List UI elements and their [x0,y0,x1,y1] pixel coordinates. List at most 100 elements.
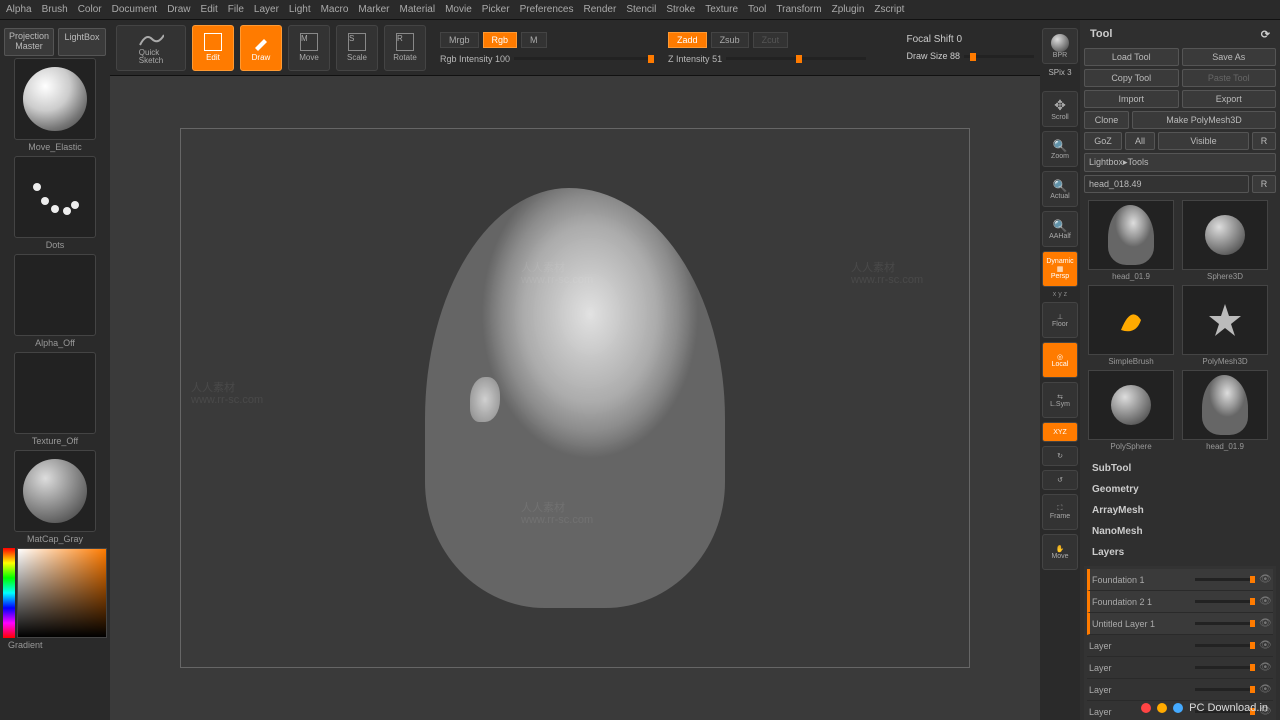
alpha-thumb[interactable] [14,254,96,336]
save-as-button[interactable]: Save As [1182,48,1277,66]
xyz-button[interactable]: XYZ [1042,422,1078,442]
tool-r-button[interactable]: R [1252,175,1276,193]
menu-color[interactable]: Color [78,4,102,15]
menu-render[interactable]: Render [584,4,617,15]
material-thumb[interactable] [14,450,96,532]
undo-button[interactable]: ↺ [1042,470,1078,490]
z-intensity-slider[interactable] [726,57,866,60]
menu-draw[interactable]: Draw [167,4,190,15]
lsym-button[interactable]: ⇆L.Sym [1042,382,1078,418]
export-button[interactable]: Export [1182,90,1277,108]
tool-item[interactable]: SimpleBrush [1086,285,1176,366]
texture-thumb[interactable] [14,352,96,434]
menu-tool[interactable]: Tool [748,4,766,15]
redo-button[interactable]: ↻ [1042,446,1078,466]
layer-row[interactable]: Foundation 1👁 [1087,569,1273,591]
scale-button[interactable]: SScale [336,25,378,71]
brush-thumb[interactable] [14,58,96,140]
section-arraymesh[interactable]: ArrayMesh [1084,500,1276,521]
actual-button[interactable]: 🔍Actual [1042,171,1078,207]
menu-marker[interactable]: Marker [358,4,389,15]
layer-row[interactable]: Foundation 2 1👁 [1087,591,1273,613]
zsub-chip[interactable]: Zsub [711,32,749,48]
import-button[interactable]: Import [1084,90,1179,108]
ear-shape [470,377,500,422]
persp-button[interactable]: Dynamic▦Persp [1042,251,1078,287]
menubar: Alpha Brush Color Document Draw Edit File Layer… [0,0,1280,20]
zadd-chip[interactable]: Zadd [668,32,707,48]
floor-button[interactable]: ⊥Floor [1042,302,1078,338]
menu-alpha[interactable]: Alpha [6,4,32,15]
rgb-intensity-label: Rgb Intensity 100 [440,54,510,64]
menu-edit[interactable]: Edit [201,4,218,15]
panel-refresh-icon[interactable]: ⟳ [1261,28,1270,41]
viewport[interactable]: 人人素材 www.rr-sc.com 人人素材 www.rr-sc.com 人人… [110,76,1040,720]
section-subtool[interactable]: SubTool [1084,458,1276,479]
tool-item[interactable]: PolySphere [1086,370,1176,451]
goz-button[interactable]: GoZ [1084,132,1122,150]
draw-size-slider[interactable] [964,55,1034,58]
menu-preferences[interactable]: Preferences [520,4,574,15]
move-nav-button[interactable]: ✋Move [1042,534,1078,570]
menu-stencil[interactable]: Stencil [626,4,656,15]
menu-file[interactable]: File [228,4,244,15]
hue-strip[interactable] [3,548,15,638]
stroke-thumb[interactable] [14,156,96,238]
projection-master-button[interactable]: Projection Master [4,28,54,56]
scroll-button[interactable]: ✥Scroll [1042,91,1078,127]
move-button[interactable]: MMove [288,25,330,71]
make-polymesh-button[interactable]: Make PolyMesh3D [1132,111,1276,129]
menu-movie[interactable]: Movie [445,4,472,15]
rgb-intensity-slider[interactable] [514,57,654,60]
visible-button[interactable]: Visible [1158,132,1249,150]
quicksketch-button[interactable]: Quick Sketch [116,25,186,71]
rotate-button[interactable]: RRotate [384,25,426,71]
menu-macro[interactable]: Macro [321,4,349,15]
copy-tool-button[interactable]: Copy Tool [1084,69,1179,87]
left-panel: Projection Master LightBox Move_Elastic … [0,20,110,720]
r-button[interactable]: R [1252,132,1276,150]
menu-texture[interactable]: Texture [705,4,738,15]
layer-row[interactable]: Layer👁 [1087,679,1273,701]
edit-button[interactable]: Edit [192,25,234,71]
tool-item[interactable]: PolyMesh3D [1180,285,1270,366]
paste-tool-button[interactable]: Paste Tool [1182,69,1277,87]
mrgb-chip[interactable]: Mrgb [440,32,479,48]
tool-item[interactable]: head_01.9 [1180,370,1270,451]
color-picker[interactable] [17,548,107,638]
rgb-chip[interactable]: Rgb [483,32,518,48]
tool-item[interactable]: Sphere3D [1180,200,1270,281]
menu-picker[interactable]: Picker [482,4,510,15]
load-tool-button[interactable]: Load Tool [1084,48,1179,66]
menu-brush[interactable]: Brush [42,4,68,15]
menu-layer[interactable]: Layer [254,4,279,15]
menu-zplugin[interactable]: Zplugin [832,4,865,15]
tool-item[interactable]: head_01.9 [1086,200,1176,281]
draw-button[interactable]: Draw [240,25,282,71]
clone-button[interactable]: Clone [1084,111,1129,129]
zcut-chip[interactable]: Zcut [753,32,789,48]
menu-zscript[interactable]: Zscript [874,4,904,15]
head-sculpt [425,188,725,608]
frame-button[interactable]: ⛶Frame [1042,494,1078,530]
menu-document[interactable]: Document [112,4,158,15]
all-button[interactable]: All [1125,132,1155,150]
lightbox-button[interactable]: LightBox [58,28,106,56]
zoom-button[interactable]: 🔍Zoom [1042,131,1078,167]
aahalf-button[interactable]: 🔍AAHalf [1042,211,1078,247]
top-toolbar: Quick Sketch Edit Draw MMove SScale RRot… [110,20,1040,76]
local-button[interactable]: ◎Local [1042,342,1078,378]
menu-light[interactable]: Light [289,4,311,15]
section-geometry[interactable]: Geometry [1084,479,1276,500]
section-nanomesh[interactable]: NanoMesh [1084,521,1276,542]
section-layers[interactable]: Layers [1084,542,1276,563]
lightbox-tools-button[interactable]: Lightbox▸Tools [1084,153,1276,172]
m-chip[interactable]: M [521,32,547,48]
menu-stroke[interactable]: Stroke [666,4,695,15]
menu-material[interactable]: Material [400,4,436,15]
bpr-button[interactable]: BPR [1042,28,1078,64]
layer-row[interactable]: Layer👁 [1087,635,1273,657]
layer-row[interactable]: Untitled Layer 1👁 [1087,613,1273,635]
menu-transform[interactable]: Transform [776,4,821,15]
layer-row[interactable]: Layer👁 [1087,657,1273,679]
